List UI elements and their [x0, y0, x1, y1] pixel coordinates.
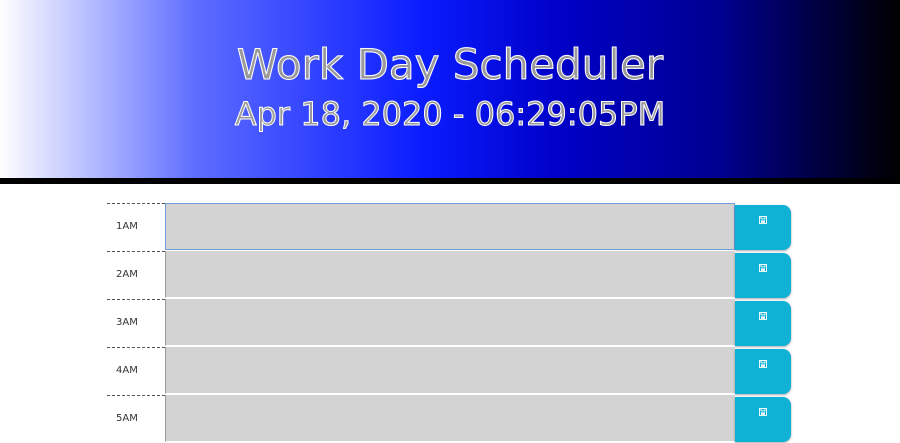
save-button[interactable] — [735, 301, 791, 346]
hour-label: 2AM — [107, 251, 165, 298]
floppy-disk-icon — [759, 360, 767, 368]
time-block-row: 2AM — [107, 251, 793, 299]
schedule-container: 1AM 2AM 3AM 4AM 5AM — [107, 203, 793, 443]
floppy-disk-icon — [759, 264, 767, 272]
page-title: Work Day Scheduler — [236, 40, 664, 90]
header-jumbotron: Work Day Scheduler Apr 18, 2020 - 06:29:… — [0, 0, 900, 184]
save-button[interactable] — [735, 205, 791, 250]
current-datetime: Apr 18, 2020 - 06:29:05PM — [234, 95, 666, 134]
save-button[interactable] — [735, 349, 791, 394]
event-textarea[interactable] — [165, 395, 735, 442]
floppy-disk-icon — [759, 408, 767, 416]
event-textarea[interactable] — [165, 347, 735, 394]
event-textarea[interactable] — [165, 299, 735, 346]
floppy-disk-icon — [759, 312, 767, 320]
save-button[interactable] — [735, 397, 791, 442]
time-block-row: 1AM — [107, 203, 793, 251]
hour-label: 5AM — [107, 395, 165, 442]
hour-label: 3AM — [107, 299, 165, 346]
time-block-row: 4AM — [107, 347, 793, 395]
time-block-row: 5AM — [107, 395, 793, 443]
save-button[interactable] — [735, 253, 791, 298]
hour-label: 4AM — [107, 347, 165, 394]
hour-label: 1AM — [107, 203, 165, 250]
floppy-disk-icon — [759, 216, 767, 224]
event-textarea[interactable] — [165, 203, 735, 250]
time-block-row: 3AM — [107, 299, 793, 347]
event-textarea[interactable] — [165, 251, 735, 298]
